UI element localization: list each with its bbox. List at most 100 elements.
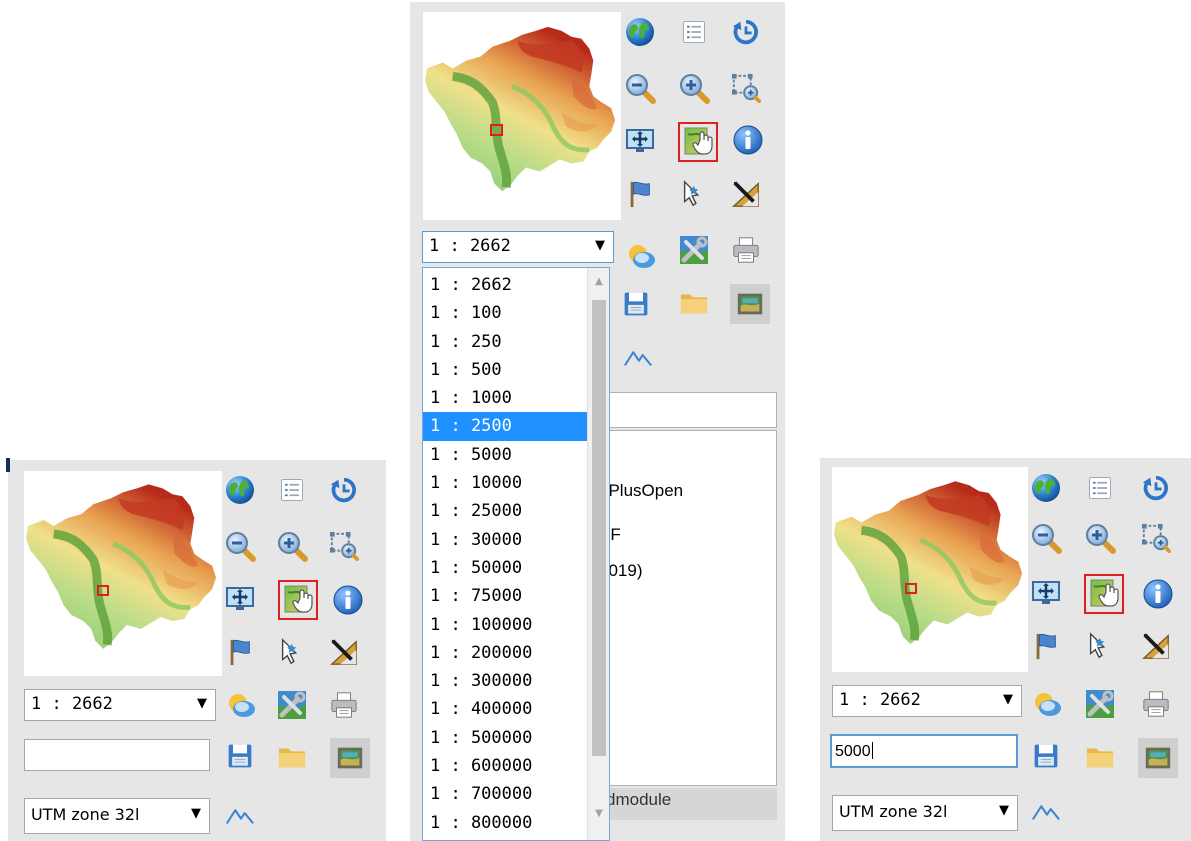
zoom-in-icon[interactable] (676, 70, 712, 106)
info-icon[interactable] (330, 582, 366, 618)
dropdown-option[interactable]: 1 : 800000 (423, 809, 587, 837)
tools-icon[interactable] (1082, 686, 1118, 722)
dropdown-option[interactable]: 1 : 50000 (423, 554, 587, 582)
zoom-in-icon[interactable] (274, 528, 310, 564)
legend-list-icon[interactable] (274, 472, 310, 508)
zoom-box-icon[interactable] (728, 70, 764, 106)
zoom-out-icon[interactable] (622, 70, 658, 106)
map-image-icon[interactable] (1138, 738, 1178, 778)
bookmark-flag-icon[interactable] (622, 176, 658, 212)
overview-map[interactable] (832, 467, 1028, 672)
dropdown-option[interactable]: 1 : 400000 (423, 695, 587, 723)
legend-list-icon[interactable] (1082, 470, 1118, 506)
zoom-box-icon[interactable] (1138, 520, 1174, 556)
dropdown-option[interactable]: 1 : 25000 (423, 497, 587, 525)
tools-icon[interactable] (676, 232, 712, 268)
zoom-box-icon[interactable] (326, 528, 362, 564)
map-image-icon[interactable] (730, 284, 770, 324)
dropdown-option[interactable]: 1 : 100000 (423, 611, 587, 639)
weather-sun-icon[interactable] (222, 687, 258, 723)
dropdown-option[interactable]: 1 : 5000 (423, 441, 587, 469)
overview-extent-box[interactable] (905, 583, 917, 594)
save-icon[interactable] (222, 738, 258, 774)
globe-icon[interactable] (222, 472, 258, 508)
scale-select[interactable]: 1 : 2662 ▼ (832, 685, 1022, 717)
search-input[interactable] (24, 739, 210, 771)
dropdown-items: 1 : 2662 1 : 100 1 : 250 1 : 500 1 : 1000 1 :… (423, 271, 587, 837)
profile-chart-icon[interactable] (222, 796, 258, 832)
history-back-icon[interactable] (1138, 470, 1174, 506)
dropdown-option[interactable]: 1 : 300000 (423, 667, 587, 695)
save-icon[interactable] (618, 286, 654, 322)
bookmark-flag-icon[interactable] (1028, 628, 1064, 664)
dropdown-option[interactable]: 1 : 2500 (423, 412, 587, 441)
map-image-icon[interactable] (330, 738, 370, 778)
open-folder-icon[interactable] (676, 284, 712, 320)
zoom-in-icon[interactable] (1082, 520, 1118, 556)
print-icon[interactable] (326, 687, 362, 723)
dropdown-option[interactable]: 1 : 100 (423, 299, 587, 327)
print-icon[interactable] (1138, 686, 1174, 722)
measure-triangle-icon[interactable] (728, 176, 764, 212)
projection-select[interactable]: UTM zone 32l ▼ (24, 798, 210, 834)
search-input[interactable]: 5000 (830, 734, 1018, 768)
dropdown-option[interactable]: 1 : 500 (423, 356, 587, 384)
feature-info-hand-icon[interactable] (1084, 574, 1124, 614)
dropdown-option[interactable]: 1 : 2662 (423, 271, 587, 299)
print-icon[interactable] (728, 232, 764, 268)
history-back-icon[interactable] (326, 472, 362, 508)
dropdown-scrollbar[interactable]: ▲ ▼ (587, 268, 609, 840)
pan-icon[interactable] (622, 122, 658, 158)
projection-select-value: UTM zone 32l (839, 802, 948, 821)
save-icon[interactable] (1028, 738, 1064, 774)
dropdown-option[interactable]: 1 : 600000 (423, 752, 587, 780)
info-icon[interactable] (730, 122, 766, 158)
zoom-out-icon[interactable] (222, 528, 258, 564)
dropdown-option[interactable]: 1 : 1000 (423, 384, 587, 412)
feature-info-hand-icon[interactable] (678, 122, 718, 162)
dropdown-option[interactable]: 1 : 700000 (423, 780, 587, 808)
open-folder-icon[interactable] (274, 738, 310, 774)
bookmark-flag-icon[interactable] (222, 634, 258, 670)
left-panel: 1 : 2662 ▼ UTM zone 32l ▼ (6, 458, 386, 841)
dropdown-option[interactable]: 1 : 200000 (423, 639, 587, 667)
scrollbar-thumb[interactable] (592, 300, 606, 756)
globe-icon[interactable] (1028, 470, 1064, 506)
scale-select[interactable]: 1 : 2662 ▼ (422, 231, 614, 263)
dropdown-option[interactable]: 1 : 10000 (423, 469, 587, 497)
zoom-out-icon[interactable] (1028, 520, 1064, 556)
overview-extent-box[interactable] (97, 585, 109, 596)
scroll-up-icon[interactable]: ▲ (588, 276, 609, 296)
overview-map[interactable] (423, 12, 621, 220)
pan-icon[interactable] (222, 580, 258, 616)
profile-chart-icon[interactable] (1028, 792, 1064, 828)
overview-extent-box[interactable] (490, 124, 503, 136)
dropdown-arrow-icon: ▼ (595, 238, 605, 253)
feature-info-hand-icon[interactable] (278, 580, 318, 620)
select-cursor-icon[interactable] (676, 176, 712, 212)
pan-icon[interactable] (1028, 574, 1064, 610)
dropdown-option[interactable]: 1 : 30000 (423, 526, 587, 554)
measure-triangle-icon[interactable] (1138, 628, 1174, 664)
dropdown-option[interactable]: 1 : 75000 (423, 582, 587, 610)
dropdown-option[interactable]: 1 : 250 (423, 328, 587, 356)
scale-select[interactable]: 1 : 2662 ▼ (24, 689, 216, 721)
weather-sun-icon[interactable] (1028, 686, 1064, 722)
profile-chart-icon[interactable] (620, 338, 656, 374)
info-icon[interactable] (1140, 576, 1176, 612)
globe-icon[interactable] (622, 14, 658, 50)
weather-sun-icon[interactable] (622, 238, 658, 274)
overview-map[interactable] (24, 471, 222, 676)
projection-select[interactable]: UTM zone 32l ▼ (832, 795, 1018, 831)
tools-icon[interactable] (274, 687, 310, 723)
legend-list-icon[interactable] (676, 14, 712, 50)
history-back-icon[interactable] (728, 14, 764, 50)
measure-triangle-icon[interactable] (326, 634, 362, 670)
select-cursor-icon[interactable] (1082, 628, 1118, 664)
select-cursor-icon[interactable] (274, 634, 310, 670)
scale-dropdown-list[interactable]: 1 : 2662 1 : 100 1 : 250 1 : 500 1 : 1000 1 :… (422, 267, 610, 841)
scroll-down-icon[interactable]: ▼ (588, 808, 609, 828)
open-folder-icon[interactable] (1082, 738, 1118, 774)
panel-corner-marker (6, 458, 10, 472)
dropdown-option[interactable]: 1 : 500000 (423, 724, 587, 752)
